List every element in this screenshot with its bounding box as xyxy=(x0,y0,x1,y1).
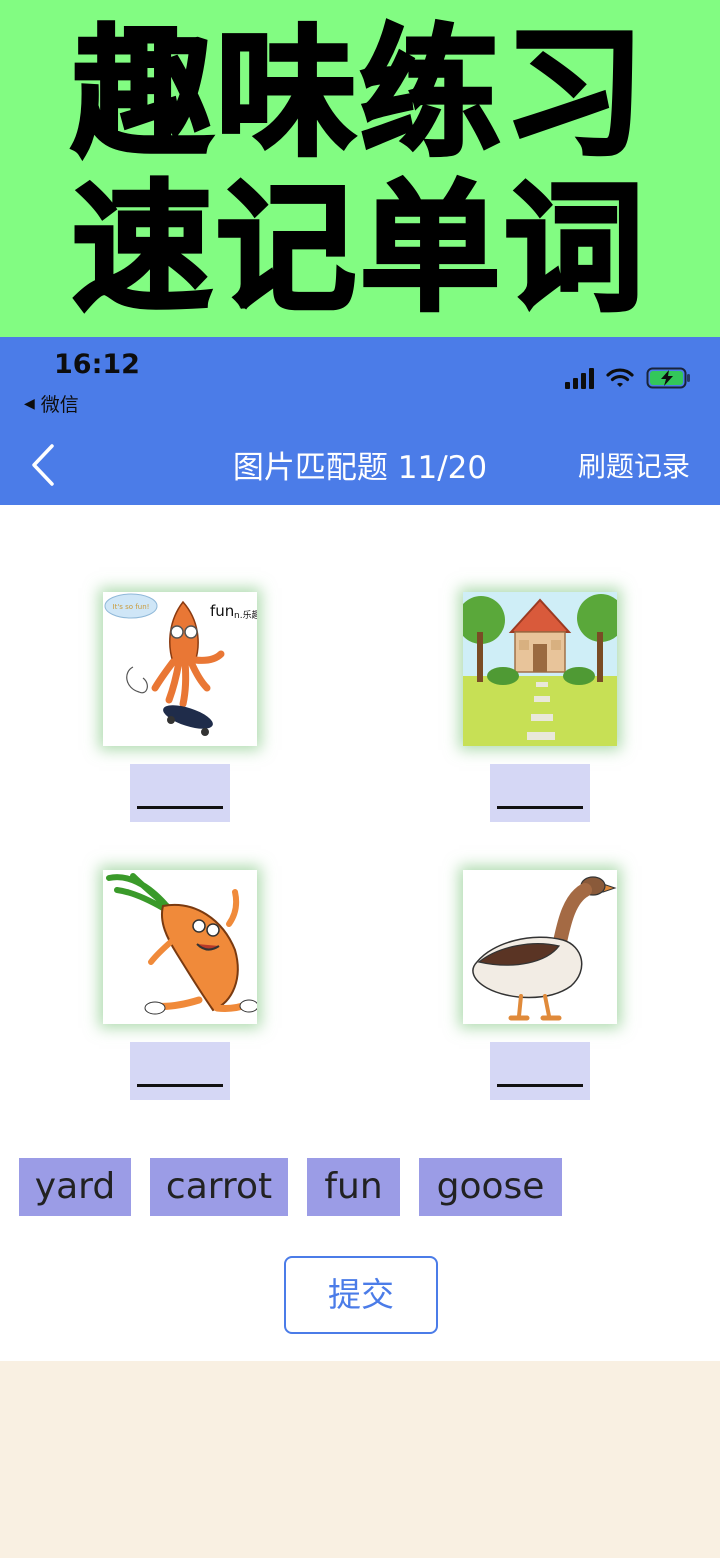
practice-record-link[interactable]: 刷题记录 xyxy=(578,445,690,485)
answer-blank-2[interactable] xyxy=(490,764,590,822)
house-yard-image xyxy=(463,592,617,746)
status-time: 16:12 xyxy=(54,349,140,380)
picture-card-goose xyxy=(463,870,617,1024)
footer-area xyxy=(0,1361,720,1558)
status-icons xyxy=(565,367,692,389)
picture-card-fun: It's so fun! fun n.乐趣 xyxy=(103,592,257,746)
battery-charging-icon xyxy=(646,367,692,389)
carrot-dancing-image xyxy=(103,870,257,1024)
blank-underline xyxy=(497,806,583,809)
choice-chip-yard[interactable]: yard xyxy=(19,1158,131,1216)
image-word-fun: fun xyxy=(210,602,234,620)
promo-banner: 趣味练习 速记单词 xyxy=(0,0,720,337)
answer-blank-1[interactable] xyxy=(130,764,230,822)
choice-chip-fun[interactable]: fun xyxy=(307,1158,400,1216)
octopus-skateboard-image: It's so fun! fun n.乐趣 xyxy=(103,592,257,746)
blank-underline xyxy=(137,806,223,809)
answer-blank-3[interactable] xyxy=(130,1042,230,1100)
back-triangle-icon: ◀ xyxy=(24,395,35,412)
blank-underline xyxy=(497,1084,583,1087)
choice-chip-goose[interactable]: goose xyxy=(419,1158,562,1216)
choice-chip-carrot[interactable]: carrot xyxy=(150,1158,288,1216)
back-to-app[interactable]: ◀ 微信 xyxy=(24,390,79,417)
cellular-signal-icon xyxy=(565,367,594,389)
picture-card-yard xyxy=(463,592,617,746)
wifi-icon xyxy=(606,367,634,389)
app-header: 16:12 ◀ 微信 图片匹配题 11/20 刷题记录 xyxy=(0,337,720,505)
quiz-content: It's so fun! fun n.乐趣 yard carrot fun go… xyxy=(0,505,720,1361)
goose-image xyxy=(463,870,617,1024)
picture-card-carrot xyxy=(103,870,257,1024)
blank-underline xyxy=(137,1084,223,1087)
submit-button[interactable]: 提交 xyxy=(284,1256,438,1334)
bubble-text: It's so fun! xyxy=(113,603,150,611)
back-app-label: 微信 xyxy=(40,394,79,416)
image-word-meaning: n.乐趣 xyxy=(234,609,257,621)
banner-title-line1: 趣味练习 xyxy=(70,13,648,176)
answer-blank-4[interactable] xyxy=(490,1042,590,1100)
banner-title-line2: 速记单词 xyxy=(70,168,648,331)
